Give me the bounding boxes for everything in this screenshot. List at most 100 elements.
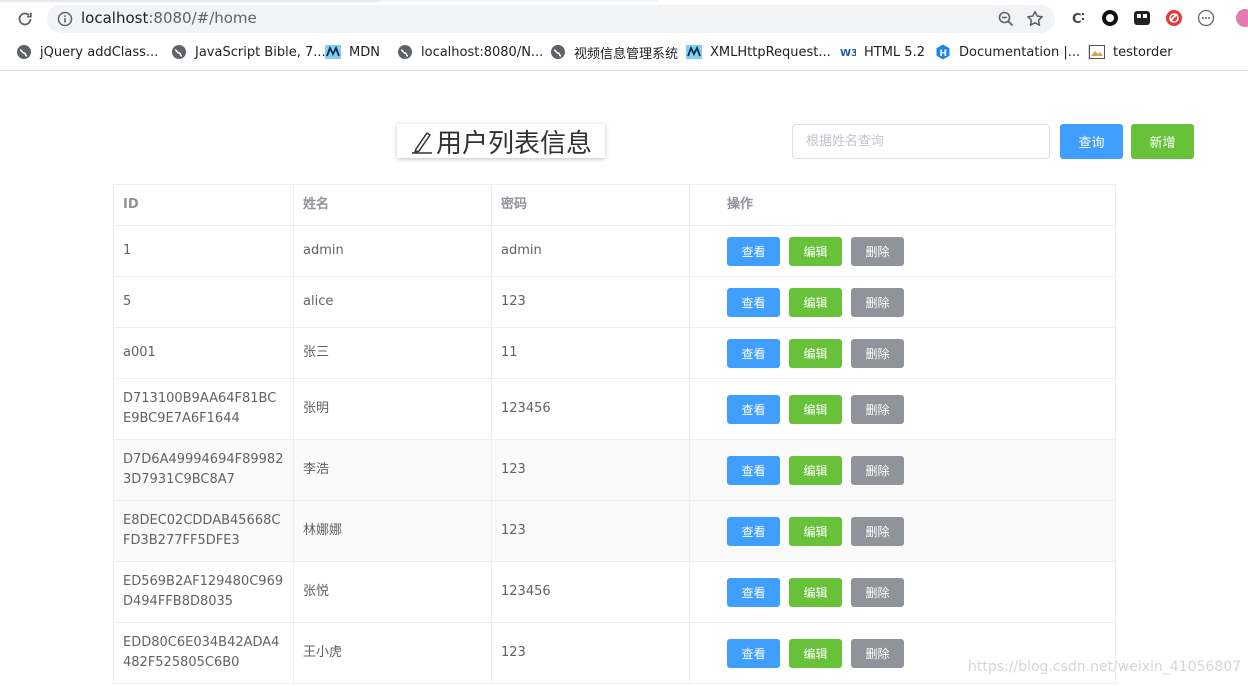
bookmark-item[interactable]: XMLHttpRequest... <box>686 42 831 62</box>
w3c-icon: W3 <box>840 44 856 60</box>
view-button[interactable]: 查看 <box>727 577 780 607</box>
edit-button[interactable]: 编辑 <box>789 577 842 607</box>
extension-c-icon[interactable]: C <box>1070 9 1088 27</box>
bookmark-label: localhost:8080/N... <box>421 44 544 60</box>
view-button[interactable]: 查看 <box>727 287 780 317</box>
globe-icon <box>16 44 32 60</box>
extension-dots-icon[interactable] <box>1197 9 1215 27</box>
edit-button[interactable]: 编辑 <box>789 236 842 266</box>
table-row: 1 admin admin 查看 编辑 删除 <box>114 226 1115 277</box>
view-button[interactable]: 查看 <box>727 394 780 424</box>
bookmark-item[interactable]: localhost:8080/N... <box>397 42 543 62</box>
page-title: 用户列表信息 <box>397 124 605 159</box>
delete-button[interactable]: 删除 <box>851 638 904 668</box>
info-icon[interactable] <box>57 11 73 27</box>
edit-button[interactable]: 编辑 <box>789 455 842 485</box>
bookmark-label: JavaScript Bible, 7... <box>195 44 326 60</box>
bookmark-item[interactable]: 视频信息管理系统 <box>550 42 678 62</box>
bookmark-star-icon[interactable] <box>1025 9 1045 29</box>
globe-icon <box>397 44 413 60</box>
cell-name: 王小虎 <box>294 623 492 683</box>
profile-avatar-icon[interactable] <box>1236 9 1248 27</box>
cell-actions: 查看 编辑 删除 <box>690 562 1113 622</box>
delete-button[interactable]: 删除 <box>851 577 904 607</box>
cell-actions: 查看 编辑 删除 <box>690 226 1113 276</box>
cell-id: ED569B2AF129480C969D494FFB8D8035 <box>114 562 294 622</box>
cell-id: 1 <box>114 226 294 276</box>
delete-button[interactable]: 删除 <box>851 287 904 317</box>
bookmark-item[interactable]: jQuery addClass... <box>16 42 158 62</box>
cell-actions: 查看 编辑 删除 <box>690 440 1113 500</box>
query-button[interactable]: 查询 <box>1060 124 1123 159</box>
edit-button[interactable]: 编辑 <box>789 338 842 368</box>
view-button[interactable]: 查看 <box>727 638 780 668</box>
extension-red-icon[interactable] <box>1165 9 1183 27</box>
tab-strip-edge <box>0 0 1248 4</box>
add-button[interactable]: 新增 <box>1131 124 1194 159</box>
cell-name: 张悦 <box>294 562 492 622</box>
zoom-icon[interactable] <box>997 10 1015 28</box>
edit-button[interactable]: 编辑 <box>789 287 842 317</box>
header-actions: 操作 <box>727 197 754 212</box>
cell-password: 123456 <box>492 379 690 439</box>
browser-chrome: localhost:8080/#/home C jQuery addClass.… <box>0 0 1248 71</box>
table-row: 5 alice 123 查看 编辑 删除 <box>114 277 1115 328</box>
cell-actions: 查看 编辑 删除 <box>690 501 1113 561</box>
delete-button[interactable]: 删除 <box>851 338 904 368</box>
url-text[interactable]: localhost:8080/#/home <box>81 9 257 27</box>
bookmark-item[interactable]: H Documentation |... <box>935 42 1080 62</box>
view-button[interactable]: 查看 <box>727 516 780 546</box>
bookmark-item[interactable]: JavaScript Bible, 7... <box>171 42 326 62</box>
bookmark-label: 视频信息管理系统 <box>574 46 679 62</box>
cell-name: 张明 <box>294 379 492 439</box>
edit-button[interactable]: 编辑 <box>789 516 842 546</box>
bookmarks-bar: jQuery addClass... JavaScript Bible, 7..… <box>0 40 1248 64</box>
bookmark-item[interactable]: W3 HTML 5.2 <box>840 42 925 62</box>
table-row: E8DEC02CDDAB45668CFD3B277FF5DFE3 林娜娜 123 查看… <box>114 501 1115 562</box>
table-row: D713100B9AA64F81BCE9BC9E7A6F1644 张明 123456… <box>114 379 1115 440</box>
view-button[interactable]: 查看 <box>727 455 780 485</box>
bookmark-item[interactable]: testorder <box>1089 42 1173 62</box>
globe-icon <box>550 44 566 60</box>
cell-password: 11 <box>492 328 690 378</box>
delete-button[interactable]: 删除 <box>851 394 904 424</box>
bookmark-label: Documentation |... <box>959 44 1081 60</box>
user-table: ID 姓名 密码 操作 1 admin admin 查看 编辑 删除 5 alice 123 查看… <box>113 184 1116 684</box>
edit-button[interactable]: 编辑 <box>789 638 842 668</box>
extension-circle-icon[interactable] <box>1101 9 1119 27</box>
cell-password: admin <box>492 226 690 276</box>
cell-name: alice <box>294 277 492 327</box>
table-row: D7D6A49994694F899823D7931C9BC8A7 李浩 123 查看编… <box>114 440 1115 501</box>
cell-password: 123 <box>492 501 690 561</box>
view-button[interactable]: 查看 <box>727 236 780 266</box>
cell-name: 李浩 <box>294 440 492 500</box>
edit-button[interactable]: 编辑 <box>789 394 842 424</box>
mdn-icon <box>325 44 341 60</box>
hexagon-h-icon: H <box>935 44 951 60</box>
view-button[interactable]: 查看 <box>727 338 780 368</box>
image-icon <box>1089 44 1105 60</box>
delete-button[interactable]: 删除 <box>851 516 904 546</box>
search-input[interactable] <box>792 124 1050 159</box>
cell-password: 123 <box>492 440 690 500</box>
delete-button[interactable]: 删除 <box>851 455 904 485</box>
table-row: a001 张三 11 查看 编辑 删除 <box>114 328 1115 379</box>
globe-icon <box>171 44 187 60</box>
table-header: ID 姓名 密码 操作 <box>114 185 1115 226</box>
cell-name: 张三 <box>294 328 492 378</box>
svg-text:W3: W3 <box>840 48 856 59</box>
svg-text:H: H <box>940 49 948 59</box>
cell-id: 5 <box>114 277 294 327</box>
address-bar[interactable]: localhost:8080/#/home <box>47 5 1055 33</box>
page-title-text: 用户列表信息 <box>435 128 592 159</box>
cell-id: E8DEC02CDDAB45668CFD3B277FF5DFE3 <box>114 501 294 561</box>
cell-actions: 查看 编辑 删除 <box>690 328 1113 378</box>
delete-button[interactable]: 删除 <box>851 236 904 266</box>
table-row: EDD80C6E034B42ADA4482F525805C6B0 王小虎 123 查看… <box>114 623 1115 684</box>
cell-id: a001 <box>114 328 294 378</box>
reload-icon[interactable] <box>14 8 36 30</box>
url-host: localhost <box>81 9 149 27</box>
bookmark-label: XMLHttpRequest... <box>710 44 831 60</box>
extension-dice-icon[interactable] <box>1133 9 1151 27</box>
bookmark-item[interactable]: MDN <box>325 42 380 62</box>
